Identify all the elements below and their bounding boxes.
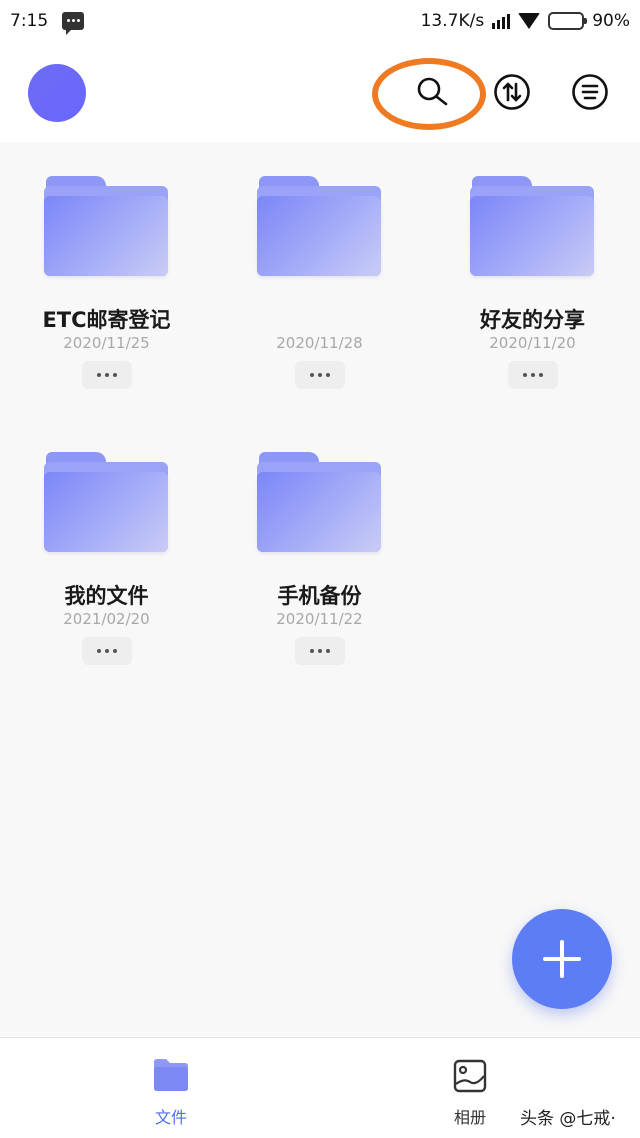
nav-item-album[interactable]: 相册: [430, 1058, 510, 1128]
menu-icon: [572, 74, 608, 110]
folder-icon: [257, 176, 383, 278]
folder-date: 2020/11/25: [63, 334, 150, 352]
status-right: 13.7K/s 90%: [421, 11, 630, 31]
folder-item[interactable]: ETC邮寄登记 2020/11/25: [0, 142, 213, 392]
folder-item[interactable]: 好友的分享 2020/11/20: [426, 142, 639, 392]
search-button[interactable]: [412, 72, 452, 112]
battery-icon: [548, 12, 588, 30]
more-button[interactable]: [295, 361, 345, 389]
message-icon: [62, 12, 85, 35]
more-button[interactable]: [82, 637, 132, 665]
nav-label-album: 相册: [453, 1108, 486, 1127]
album-icon: [453, 1059, 487, 1093]
battery-percent: 90%: [592, 11, 630, 31]
folder-date: 2020/11/20: [489, 334, 576, 352]
avatar[interactable]: [28, 64, 86, 122]
more-button[interactable]: [295, 637, 345, 665]
folder-icon: [154, 1059, 188, 1091]
add-button[interactable]: [512, 909, 612, 1009]
transfer-icon: [494, 74, 530, 110]
folder-item[interactable]: 2020/11/28: [213, 142, 426, 392]
folder-name: 好友的分享: [480, 308, 585, 332]
folder-icon: [44, 452, 170, 554]
nav-label-files: 文件: [154, 1108, 187, 1127]
plus-icon: [543, 940, 581, 978]
folder-date: 2021/02/20: [63, 610, 150, 628]
wifi-icon: [518, 13, 541, 29]
menu-button[interactable]: [570, 72, 610, 112]
folder-grid: ETC邮寄登记 2020/11/25 2020/11/28 好友的分享 2020…: [0, 142, 640, 1037]
app-header: [0, 42, 640, 142]
folder-date: 2020/11/22: [276, 610, 363, 628]
folder-name: 我的文件: [64, 584, 149, 608]
folder-item[interactable]: 我的文件 2021/02/20: [0, 418, 213, 668]
network-speed: 13.7K/s: [420, 11, 485, 31]
status-left: 7:15: [10, 11, 85, 35]
more-button[interactable]: [508, 361, 558, 389]
transfer-button[interactable]: [492, 72, 532, 112]
folder-date: 2020/11/28: [276, 334, 363, 352]
watermark: 头条 @七戒·: [520, 1109, 616, 1129]
folder-name: 手机备份: [277, 584, 362, 608]
search-icon: [417, 77, 448, 106]
folder-item[interactable]: 手机备份 2020/11/22: [213, 418, 426, 668]
folder-name: ETC邮寄登记: [42, 308, 171, 332]
more-button[interactable]: [82, 361, 132, 389]
signal-icon: [492, 13, 511, 29]
status-bar: 7:15 13.7K/s 90%: [0, 0, 640, 42]
nav-item-files[interactable]: 文件: [131, 1058, 211, 1128]
folder-icon: [257, 452, 383, 554]
status-time: 7:15: [10, 11, 49, 31]
folder-icon: [470, 176, 596, 278]
folder-icon: [44, 176, 170, 278]
bottom-nav: 文件 相册 头条 @七戒·: [0, 1037, 640, 1138]
